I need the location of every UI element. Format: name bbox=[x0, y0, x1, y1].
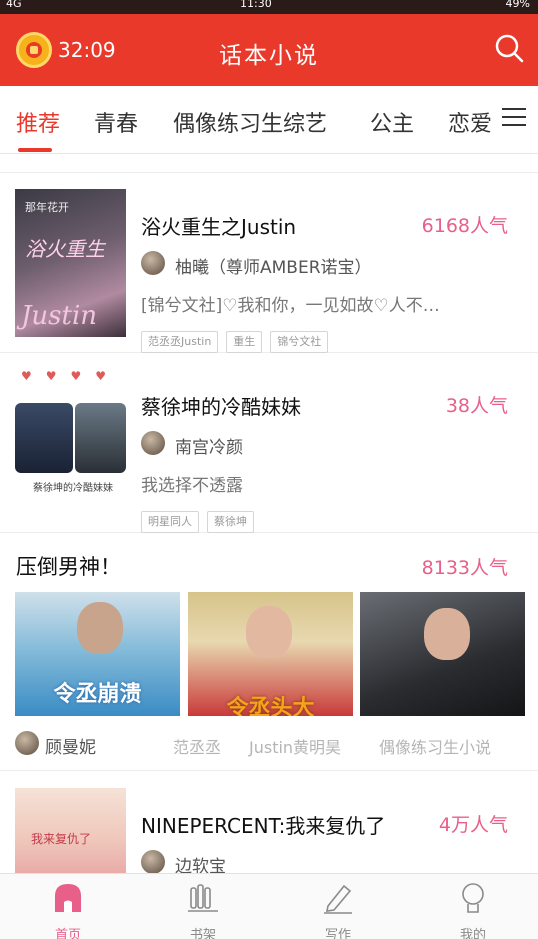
book-title[interactable]: 蔡徐坤的冷酷妹妹 bbox=[141, 391, 301, 420]
tag[interactable]: 重生 bbox=[226, 331, 263, 353]
book-feed[interactable]: 那年花开 浴火重生 Justin 浴火重生之Justin 6168人气 柚曦（尊… bbox=[0, 155, 538, 873]
story-image[interactable]: 令丞崩溃 bbox=[15, 592, 180, 716]
story-footer: 顾曼妮 范丞丞 Justin黄明昊 偶像练习生小说 bbox=[15, 731, 525, 758]
tag[interactable]: 范丞丞Justin bbox=[141, 331, 219, 353]
author-name: 边软宝 bbox=[175, 857, 226, 873]
tab-princess[interactable]: 公主 bbox=[370, 106, 414, 138]
book-card[interactable]: ♥♥♥♥ 蔡徐坤的冷酷妹妹 蔡徐坤的冷酷妹妹 38人气 南宫冷颜 我选择不透露 … bbox=[0, 353, 538, 533]
tab-idol-trainee[interactable]: 偶像练习生综艺 bbox=[173, 106, 327, 138]
clock: 11:30 bbox=[240, 0, 272, 10]
author-name[interactable]: 顾曼妮 bbox=[45, 733, 96, 758]
featured-story[interactable]: 压倒男神！ 8133人气 令丞崩溃 令丞头大 顾曼妮 范丞丞 Justin黄明昊… bbox=[0, 533, 538, 771]
nav-home[interactable]: 首页 bbox=[28, 880, 108, 939]
avatar bbox=[15, 731, 39, 755]
app-title: 话本小说 bbox=[219, 43, 319, 69]
book-card[interactable]: 那年花开 浴火重生 Justin 浴火重生之Justin 6168人气 柚曦（尊… bbox=[0, 173, 538, 353]
book-popularity: 4万人气 bbox=[438, 814, 508, 836]
tab-youth[interactable]: 青春 bbox=[94, 106, 138, 138]
story-image[interactable]: 令丞头大 bbox=[188, 592, 353, 716]
nav-write[interactable]: 写作 bbox=[298, 880, 378, 939]
book-cover[interactable]: 那年花开 浴火重生 Justin bbox=[15, 189, 126, 337]
search-icon[interactable] bbox=[494, 33, 524, 63]
active-tab-indicator bbox=[18, 148, 52, 152]
heart-decoration-icon: ♥♥♥♥ bbox=[20, 369, 121, 383]
story-image[interactable] bbox=[360, 592, 525, 716]
story-title[interactable]: 压倒男神！ bbox=[16, 551, 121, 581]
author-name: 柚曦（尊师AMBER诺宝） bbox=[175, 258, 372, 278]
tag[interactable]: Justin黄明昊 bbox=[249, 734, 341, 758]
nav-profile[interactable]: 我的 bbox=[433, 880, 513, 939]
menu-icon[interactable] bbox=[494, 86, 538, 152]
book-title[interactable]: NINEPERCENT:我来复仇了 bbox=[141, 810, 385, 839]
book-title[interactable]: 浴火重生之Justin bbox=[141, 211, 296, 240]
book-description: [锦兮文社]♡我和你，一见如故♡人不… bbox=[141, 296, 440, 316]
pencil-icon bbox=[324, 884, 352, 914]
tag-list: 明星同人 蔡徐坤 bbox=[141, 511, 262, 533]
author-name: 南宫冷颜 bbox=[175, 438, 243, 458]
book-popularity: 38人气 bbox=[445, 395, 508, 417]
tab-recommend[interactable]: 推荐 bbox=[16, 106, 60, 138]
book-description: 我选择不透露 bbox=[141, 476, 243, 496]
signal-indicator: 4G bbox=[6, 0, 22, 10]
tab-romance[interactable]: 恋爱 bbox=[448, 106, 492, 138]
book-cover[interactable]: ♥♥♥♥ 蔡徐坤的冷酷妹妹 bbox=[15, 369, 126, 517]
tag[interactable]: 明星同人 bbox=[141, 511, 199, 533]
home-icon bbox=[55, 884, 81, 912]
avatar bbox=[141, 850, 165, 873]
book-card[interactable]: 我来复仇了 NINEPERCENT:我来复仇了 4万人气 边软宝 bbox=[0, 772, 538, 873]
bookshelf-icon bbox=[188, 884, 218, 912]
status-bar: 4G 11:30 49% bbox=[0, 0, 538, 14]
battery-indicator: 49% bbox=[505, 0, 530, 10]
tag[interactable]: 锦兮文社 bbox=[270, 331, 329, 353]
tag[interactable]: 偶像练习生小说 bbox=[379, 734, 491, 758]
bottom-navigation: 首页 书架 写作 我的 bbox=[0, 873, 538, 939]
profile-icon bbox=[462, 883, 484, 913]
avatar bbox=[141, 431, 165, 455]
story-popularity: 8133人气 bbox=[421, 557, 508, 579]
book-popularity: 6168人气 bbox=[421, 215, 508, 237]
nav-bookshelf[interactable]: 书架 bbox=[163, 880, 243, 939]
tag-list: 范丞丞Justin 重生 锦兮文社 bbox=[141, 331, 336, 353]
book-cover[interactable]: 我来复仇了 bbox=[15, 788, 126, 873]
category-tabs: 推荐 青春 偶像练习生综艺 公主 恋爱 bbox=[0, 86, 538, 154]
tag[interactable]: 范丞丞 bbox=[173, 734, 221, 758]
avatar bbox=[141, 251, 165, 275]
previous-item-edge bbox=[0, 155, 538, 173]
tag[interactable]: 蔡徐坤 bbox=[207, 511, 254, 533]
app-header: 32:09 话本小说 bbox=[0, 14, 538, 86]
